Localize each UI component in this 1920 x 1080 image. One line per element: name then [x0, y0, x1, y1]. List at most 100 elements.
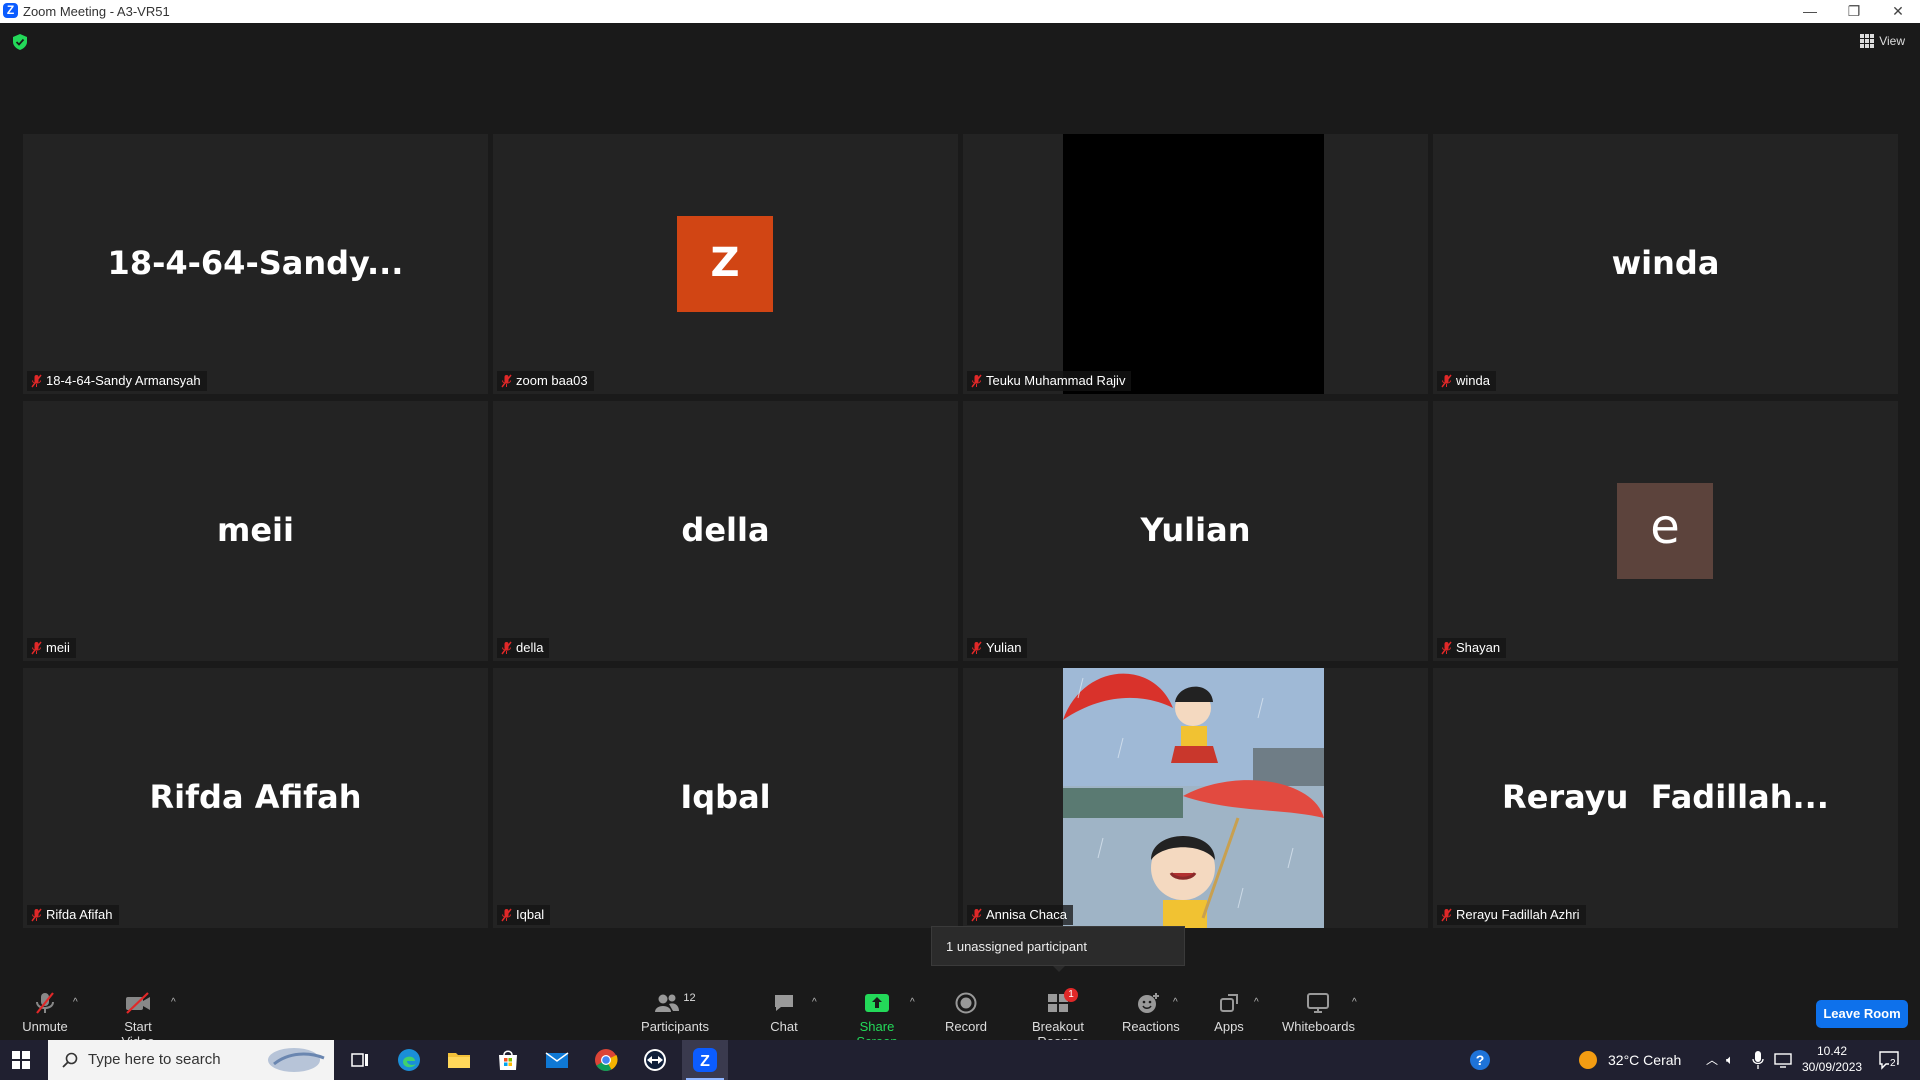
participant-tile[interactable]: Teuku Muhammad Rajiv [963, 134, 1428, 394]
help-icon[interactable]: ? [1468, 1048, 1492, 1072]
participant-name-tag: Rerayu Fadillah Azhri [1437, 905, 1586, 925]
meeting-toolbar: Unmute ^ Start Video ^ 12 Participants C… [0, 975, 1920, 1049]
minimize-button[interactable]: — [1788, 0, 1832, 23]
participant-video-cartoon [1063, 668, 1324, 928]
share-options-caret-icon[interactable]: ^ [910, 997, 915, 1008]
reactions-options-caret-icon[interactable]: ^ [1173, 997, 1178, 1008]
whiteboards-button[interactable]: Whiteboards [1282, 991, 1355, 1034]
participant-name: meii [46, 640, 70, 655]
participant-tile[interactable]: Z zoom baa03 [493, 134, 958, 394]
mic-muted-icon [1441, 641, 1452, 655]
participant-name-tag: zoom baa03 [497, 371, 594, 391]
clock-time: 10.42 [1816, 1044, 1848, 1058]
participant-tile[interactable]: 18-4-64-Sandy... 18-4-64-Sandy Armansyah [23, 134, 488, 394]
reactions-icon [1138, 993, 1159, 1013]
participant-display-name: meii [217, 511, 294, 549]
apps-options-caret-icon[interactable]: ^ [1254, 997, 1259, 1008]
mic-muted-icon [1441, 908, 1452, 922]
reactions-button[interactable]: Reactions [1122, 991, 1180, 1034]
svg-text:Z: Z [700, 1053, 710, 1070]
participant-name: Rifda Afifah [46, 907, 113, 922]
video-options-caret-icon[interactable]: ^ [171, 997, 176, 1008]
chat-button[interactable]: Chat [765, 991, 803, 1034]
participant-tile[interactable]: Yulian Yulian [963, 401, 1428, 661]
participant-name: winda [1456, 373, 1490, 388]
notification-count: 2 [1889, 1058, 1897, 1069]
mic-muted-icon [31, 641, 42, 655]
unmute-label: Unmute [22, 1019, 68, 1034]
search-highlight-illustration-icon [268, 1048, 325, 1072]
participant-name: Annisa Chaca [986, 907, 1067, 922]
participant-name-tag: Rifda Afifah [27, 905, 119, 925]
search-placeholder: Type here to search [88, 1051, 221, 1068]
file-explorer-icon[interactable] [447, 1048, 471, 1072]
window-title-bar: Z Zoom Meeting - A3-VR51 — ❐ ✕ [0, 0, 1920, 23]
participant-tile[interactable]: meii meii [23, 401, 488, 661]
participant-name-tag: 18-4-64-Sandy Armansyah [27, 371, 207, 391]
participant-name-tag: Annisa Chaca [967, 905, 1073, 925]
mic-muted-icon [501, 641, 512, 655]
mic-muted-icon [1441, 374, 1452, 388]
mic-muted-icon [971, 641, 982, 655]
microsoft-store-icon[interactable] [496, 1048, 520, 1072]
whiteboards-options-caret-icon[interactable]: ^ [1352, 997, 1357, 1008]
security-shield-icon[interactable] [13, 34, 27, 50]
weather-sun-icon[interactable] [1578, 1050, 1598, 1070]
edge-browser-icon[interactable] [397, 1048, 421, 1072]
unassigned-participants-tooltip: 1 unassigned participant [931, 926, 1185, 972]
window-title: Zoom Meeting - A3-VR51 [23, 4, 170, 19]
clock[interactable]: 10.42 30/09/2023 [1802, 1043, 1862, 1075]
participant-display-name: Yulian [1140, 511, 1251, 549]
participant-tile[interactable]: della della [493, 401, 958, 661]
participant-tile[interactable]: Rerayu Fadillah... Rerayu Fadillah Azhri [1433, 668, 1898, 928]
participant-tile[interactable]: Rifda Afifah Rifda Afifah [23, 668, 488, 928]
participant-tile[interactable]: e Shayan [1433, 401, 1898, 661]
audio-options-caret-icon[interactable]: ^ [73, 997, 78, 1008]
reactions-label: Reactions [1122, 1019, 1180, 1034]
participant-name: zoom baa03 [516, 373, 588, 388]
record-button[interactable]: Record [945, 991, 987, 1034]
participant-tile[interactable]: winda winda [1433, 134, 1898, 394]
chrome-browser-icon[interactable] [594, 1048, 618, 1072]
participant-name-tag: Iqbal [497, 905, 551, 925]
network-icon[interactable] [1774, 1052, 1792, 1068]
view-button[interactable]: View [1860, 34, 1905, 48]
participants-label: Participants [641, 1019, 709, 1034]
breakout-badge: 1 [1064, 988, 1078, 1002]
zoom-taskbar-active[interactable]: Z [682, 1040, 728, 1080]
leave-room-button[interactable]: Leave Room [1816, 1000, 1908, 1028]
whiteboard-icon [1307, 993, 1329, 1013]
apps-button[interactable]: Apps [1212, 991, 1246, 1034]
weather-text[interactable]: 32°C Cerah [1608, 1040, 1681, 1080]
teamviewer-icon[interactable] [643, 1048, 667, 1072]
participant-name-tag: Teuku Muhammad Rajiv [967, 371, 1132, 391]
taskbar-search-box[interactable]: Type here to search [48, 1040, 334, 1080]
chat-icon [775, 995, 793, 1011]
windows-start-icon[interactable] [12, 1051, 30, 1069]
speaker-icon[interactable]: 🔈︎ [1726, 1040, 1734, 1080]
mail-icon[interactable] [545, 1048, 569, 1072]
close-button[interactable]: ✕ [1876, 0, 1920, 23]
windows-taskbar: Type here to search Z ? 32°C Cerah ︿ 🔈︎ … [0, 1040, 1920, 1080]
apps-icon [1220, 994, 1238, 1012]
participant-name: 18-4-64-Sandy Armansyah [46, 373, 201, 388]
apps-label: Apps [1214, 1019, 1244, 1034]
participants-button[interactable]: 12 Participants [640, 991, 710, 1034]
record-icon [955, 992, 977, 1014]
mic-muted-icon [501, 374, 512, 388]
tray-overflow-chevron-icon[interactable]: ︿ [1706, 1040, 1718, 1080]
clock-date: 30/09/2023 [1802, 1060, 1863, 1074]
restore-button[interactable]: ❐ [1832, 0, 1876, 23]
participant-display-name: Iqbal [680, 778, 771, 816]
unmute-button[interactable]: Unmute [22, 991, 68, 1034]
mic-muted-icon [971, 908, 982, 922]
task-view-icon[interactable] [348, 1048, 372, 1072]
participant-tile[interactable]: Annisa Chaca [963, 668, 1428, 928]
participant-name: Iqbal [516, 907, 545, 922]
participant-video [1063, 134, 1324, 394]
microphone-icon[interactable] [1752, 1051, 1764, 1069]
participant-tile[interactable]: Iqbal Iqbal [493, 668, 958, 928]
chat-options-caret-icon[interactable]: ^ [812, 997, 817, 1008]
zoom-logo-icon: Z [3, 3, 18, 18]
notifications-button[interactable]: 2 [1878, 1049, 1900, 1071]
